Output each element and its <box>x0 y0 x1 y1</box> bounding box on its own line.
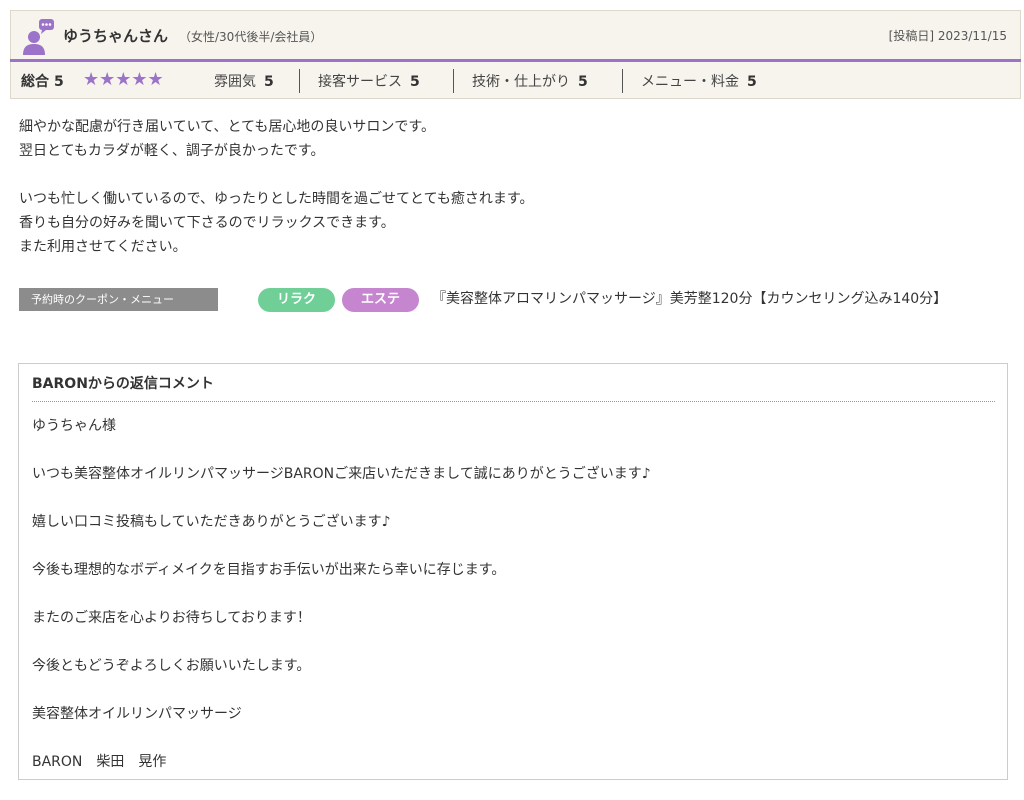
rating-label: メニュー・料金 <box>641 74 739 90</box>
review-line: 細やかな配慮が行き届いていて、とても居心地の良いサロンです。 <box>19 119 435 135</box>
reply-signature: BARON 柴田 晃作 <box>32 754 167 770</box>
overall-rating: 総合 5 <box>21 71 64 91</box>
rating-technique: 技術・仕上がり 5 <box>472 71 588 91</box>
rating-menu-price: メニュー・料金 5 <box>641 71 757 91</box>
rating-value: 5 <box>578 74 588 90</box>
rating-label: 接客サービス <box>318 74 402 90</box>
ratings-bar: 総合 5 ★★★★★ 雰囲気 5 接客サービス 5 技術・仕上がり 5 メニュー・料金 5 <box>10 62 1021 99</box>
review-line: 翌日とてもカラダが軽く、調子が良かったです。 <box>19 143 325 159</box>
review-line: 香りも自分の好みを聞いて下さるのでリラックスできます。 <box>19 215 395 231</box>
reply-title: BARONからの返信コメント <box>32 376 214 392</box>
user-speech-bubble-icon <box>23 19 54 55</box>
reviewer-name: ゆうちゃんさん <box>63 27 169 45</box>
reply-line: またのご来店を心よりお待ちしております！ <box>32 610 311 626</box>
review-text: 細やかな配慮が行き届いていて、とても居心地の良いサロンです。 翌日とてもカラダが… <box>19 115 1009 259</box>
review-line: いつも忙しく働いているので、ゆったりとした時間を過ごせてとても癒されます。 <box>19 191 534 207</box>
separator <box>299 69 300 93</box>
overall-label: 総合 <box>21 74 49 90</box>
reply-text: ゆうちゃん様 いつも美容整体オイルリンパマッサージBARONご来店いただきまして… <box>32 416 992 800</box>
reply-line: 今後ともどうぞよろしくお願いいたします。 <box>32 658 311 674</box>
coupon-menu-text: 『美容整体アロマリンパマッサージ』美芳整120分【カウンセリング込み140分】 <box>432 291 948 307</box>
review-header: ゆうちゃんさん （女性/30代後半/会社員） [投稿日] 2023/11/15 <box>10 10 1021 59</box>
rating-value: 5 <box>264 74 274 90</box>
reply-line: 嬉しい口コミ投稿もしていただきありがとうございます♪ <box>32 514 391 530</box>
rating-label: 技術・仕上がり <box>472 74 570 90</box>
rating-value: 5 <box>410 74 420 90</box>
rating-atmosphere: 雰囲気 5 <box>214 71 274 91</box>
overall-value: 5 <box>54 74 64 90</box>
rating-label: 雰囲気 <box>214 74 256 90</box>
reply-line: 美容整体オイルリンパマッサージ <box>32 706 242 722</box>
reply-line: 今後も理想的なボディメイクを目指すお手伝いが出来たら幸いに存じます。 <box>32 562 506 578</box>
reply-divider <box>32 401 995 402</box>
reviewer-attributes: （女性/30代後半/会社員） <box>179 30 323 44</box>
category-tag-relax: リラク <box>258 288 335 312</box>
review-blank-line <box>19 163 1009 187</box>
reply-line: いつも美容整体オイルリンパマッサージBARONご来店いただきまして誠にありがとう… <box>32 466 651 482</box>
salon-reply-box: BARONからの返信コメント ゆうちゃん様 いつも美容整体オイルリンパマッサージ… <box>18 363 1008 780</box>
post-date: [投稿日] 2023/11/15 <box>888 29 1007 43</box>
coupon-label: 予約時のクーポン・メニュー <box>19 288 218 311</box>
separator <box>453 69 454 93</box>
separator <box>622 69 623 93</box>
rating-value: 5 <box>747 74 757 90</box>
rating-service: 接客サービス 5 <box>318 71 420 91</box>
review-line: また利用させてください。 <box>19 239 187 255</box>
category-tag-esthe: エステ <box>342 288 419 312</box>
reply-line: ゆうちゃん様 <box>32 418 116 434</box>
star-rating-icon: ★★★★★ <box>83 69 164 90</box>
